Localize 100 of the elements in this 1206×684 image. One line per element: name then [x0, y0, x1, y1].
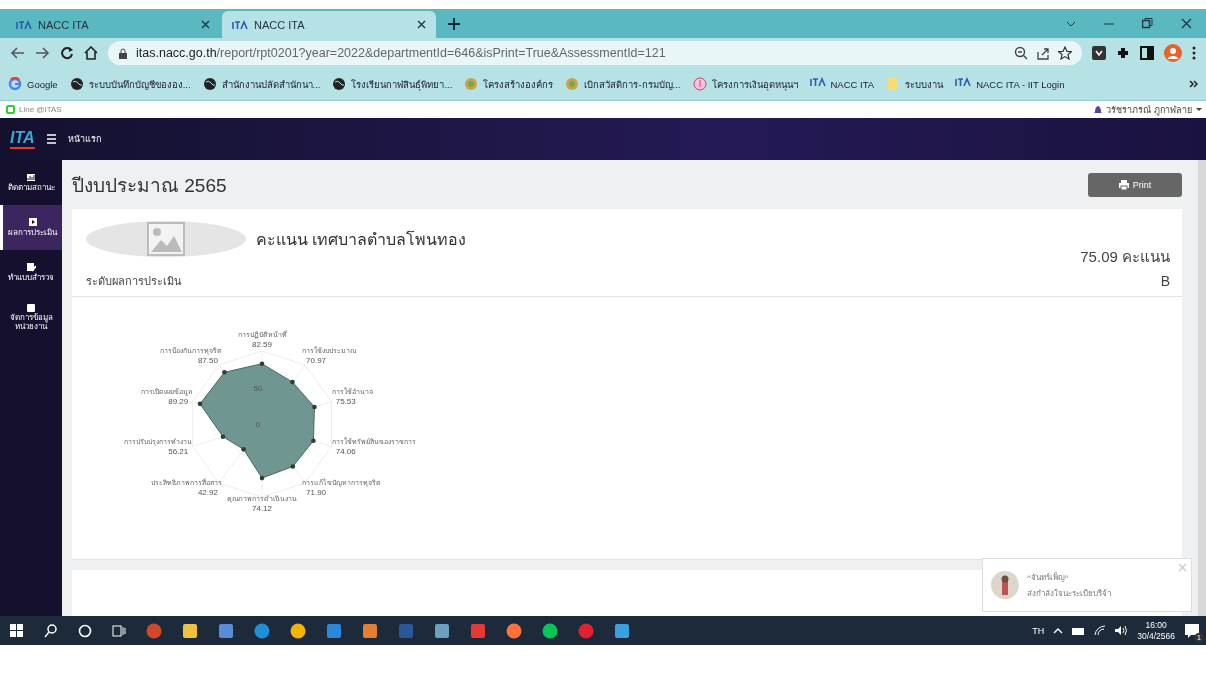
app-icon[interactable] [218, 622, 234, 639]
data-point [290, 463, 296, 469]
plus-icon[interactable] [448, 17, 460, 30]
back-icon[interactable] [10, 46, 25, 60]
reload-icon[interactable] [60, 46, 74, 60]
bookmark[interactable]: สำนักงานปลัดสำนักนา... [202, 76, 321, 92]
chart-icon [26, 172, 36, 182]
value-label: 74.12 [252, 503, 272, 513]
app-icon[interactable] [254, 622, 270, 639]
sidebar-item[interactable]: ติดตามสถานะ [0, 160, 62, 205]
volume-icon[interactable] [1115, 625, 1129, 636]
address-bar[interactable]: itas.nacc.go.th/report/rpt0201?year=2022&departmentId=646&isPrint=True&AssessmentId=121 [108, 41, 1082, 65]
menu-icon[interactable] [46, 134, 56, 144]
site-logo-icon [16, 19, 32, 30]
notification-toast[interactable]: ^จันทร์เพ็ญ^ ส่งกำลังใจนะระเบียบรีจ้า [982, 558, 1192, 612]
share-icon[interactable] [1036, 46, 1050, 60]
battery-icon[interactable] [1072, 625, 1086, 636]
clipboard-icon [26, 303, 36, 313]
value-label: 89.29 [168, 396, 189, 406]
chevrons-icon[interactable] [1189, 80, 1198, 88]
value-label: 42.92 [197, 487, 218, 497]
site-logo-icon [232, 19, 248, 30]
clock[interactable]: 16:00 30/4/2566 [1137, 620, 1175, 641]
home-icon[interactable] [84, 46, 98, 60]
data-point [259, 475, 265, 481]
sidebar-item[interactable]: จัดการข้อมูลหน่วยงาน [0, 295, 62, 340]
browser-tab[interactable]: NACC ITA [6, 11, 220, 38]
globe-icon [69, 77, 84, 91]
task-view-icon[interactable] [112, 623, 126, 638]
bookmark[interactable]: ระบบบันทึกบัญชีขององ... [69, 76, 191, 92]
data-point [197, 401, 203, 406]
chevron-down-icon[interactable] [1066, 19, 1076, 28]
page-title: ปีงบประมาณ 2565 [72, 173, 227, 198]
data-point [259, 361, 265, 366]
badge-icon [692, 77, 707, 91]
value-label: 82.59 [252, 339, 272, 349]
app-icon[interactable] [182, 622, 198, 639]
user-menu[interactable]: วรัชราภรณ์ ภูกาฬลาย [1094, 102, 1202, 117]
more-icon[interactable] [1192, 46, 1196, 60]
restore-icon[interactable] [1142, 18, 1153, 29]
app-icon[interactable] [434, 622, 450, 639]
emblem-icon [464, 77, 479, 91]
bookmark[interactable]: โรงเรียนกาฬสินธุ์พิทยา... [332, 76, 453, 92]
play-icon [27, 217, 38, 227]
close-icon[interactable] [1181, 18, 1192, 29]
zoom-out-icon[interactable] [1014, 46, 1028, 60]
app-icon[interactable] [542, 622, 558, 639]
start-icon[interactable] [10, 623, 24, 638]
side-panel-icon[interactable] [1140, 46, 1154, 60]
data-point [220, 434, 226, 439]
bookmark[interactable]: NACC ITA [809, 77, 875, 91]
app-icon[interactable] [290, 622, 306, 639]
close-icon[interactable] [201, 20, 210, 29]
line-link[interactable]: Line @ITAS [19, 105, 62, 114]
avatar-icon[interactable] [1164, 44, 1182, 62]
bookmark[interactable]: เบิกสวัสดิการ-กรมบัญ... [565, 76, 681, 92]
puzzle-icon[interactable] [1116, 46, 1130, 60]
emblem-icon [565, 77, 580, 91]
assessment-level-label: ระดับผลการประเมิน [86, 274, 183, 290]
folder-icon [886, 77, 901, 91]
notification-icon[interactable] [1184, 622, 1200, 639]
browser-tab[interactable]: NACC ITA [222, 11, 436, 38]
language-indicator[interactable]: TH [1032, 625, 1045, 636]
bookmark[interactable]: ระบบงาน [886, 76, 944, 92]
grade: B [1159, 273, 1170, 290]
message-text: ส่งกำลังใจนะระเบียบรีจ้า [1027, 587, 1111, 600]
site-logo[interactable]: ITA [10, 129, 35, 149]
data-point [241, 446, 246, 452]
sidebar-item[interactable]: ทำแบบสำรวจ [0, 250, 62, 295]
value-label: 70.97 [306, 355, 327, 365]
lock-icon [118, 47, 128, 59]
wifi-icon[interactable] [1094, 625, 1107, 636]
forward-icon[interactable] [35, 46, 50, 60]
star-icon[interactable] [1058, 46, 1072, 60]
image-placeholder-icon [147, 222, 185, 257]
app-icon[interactable] [506, 622, 522, 639]
app-icon[interactable] [614, 622, 630, 639]
sidebar-item[interactable]: ผลการประเมิน [0, 205, 62, 250]
app-icon[interactable] [326, 622, 342, 639]
google-icon [8, 77, 22, 91]
close-icon[interactable] [417, 20, 426, 29]
bookmark[interactable]: โครงการเงินอุดหนุนฯ [692, 76, 798, 92]
download-icon[interactable] [1092, 46, 1106, 60]
print-button[interactable]: Print [1088, 172, 1182, 197]
printer-icon [1118, 179, 1129, 190]
value-label: 56.21 [168, 447, 189, 456]
bookmark[interactable]: Google [8, 77, 58, 91]
edit-icon [26, 262, 36, 272]
bookmark[interactable]: NACC ITA - IIT Login [955, 77, 1065, 91]
app-icon[interactable] [362, 622, 378, 639]
search-icon[interactable] [44, 623, 58, 638]
cortana-icon[interactable] [78, 623, 92, 638]
data-point [290, 379, 295, 385]
bookmark[interactable]: โครงสร้างองค์กร [464, 76, 554, 92]
caret-icon [1196, 108, 1202, 111]
nav-link[interactable]: หน้าแรก [67, 132, 101, 146]
score-heading: คะแนน เทศบาลตำบลโพนทอง [256, 229, 468, 250]
globe-icon [202, 77, 217, 91]
value-label: 71.90 [306, 487, 327, 497]
chevron-up-icon[interactable] [1053, 626, 1064, 635]
